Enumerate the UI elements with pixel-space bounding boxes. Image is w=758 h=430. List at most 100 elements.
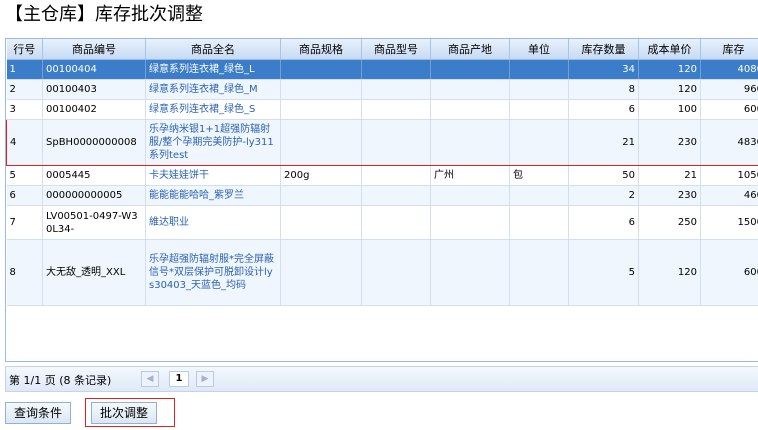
- table-row[interactable]: 3 00100402 绿意系列连衣裙_绿色_S 6 100 600: [6, 99, 758, 120]
- cell-model: [361, 59, 431, 80]
- cell-row-no: 3: [6, 99, 43, 120]
- cell-code: 00100403: [42, 79, 146, 100]
- table-row[interactable]: 7 LV00501-0497-W30L34- 維达职业 6 250 1500: [6, 205, 758, 240]
- cell-stock: 4080: [700, 59, 758, 80]
- cell-code: SpBH0000000008: [42, 119, 146, 166]
- cell-unit: [509, 119, 569, 166]
- pagination-bar: 第 1/1 页 (8 条记录) ◀ 1 ▶: [5, 366, 758, 392]
- cell-row-no: 5: [6, 165, 43, 186]
- column-header-qty[interactable]: 库存数量: [568, 39, 639, 60]
- current-page: 1: [169, 371, 189, 387]
- batch-adjust-button[interactable]: 批次调整: [91, 402, 158, 424]
- cell-qty: 6: [568, 99, 639, 120]
- cell-stock: 1500: [700, 205, 758, 240]
- cell-code: 00100402: [42, 99, 146, 120]
- cell-unit: [509, 79, 569, 100]
- cell-cost: 230: [638, 185, 701, 206]
- cell-model: [361, 185, 431, 206]
- column-header-unit[interactable]: 单位: [509, 39, 569, 60]
- cell-row-no: 2: [6, 79, 43, 100]
- cell-spec: [280, 205, 362, 240]
- cell-origin: [430, 239, 510, 306]
- column-header-name[interactable]: 商品全名: [145, 39, 281, 60]
- cell-qty: 8: [568, 79, 639, 100]
- cell-qty: 5: [568, 239, 639, 306]
- prev-page-icon[interactable]: ◀: [141, 371, 159, 387]
- cell-origin: [430, 79, 510, 100]
- cell-cost: 120: [638, 79, 701, 100]
- cell-cost: 120: [638, 59, 701, 80]
- cell-spec: [280, 79, 362, 100]
- cell-spec: [280, 59, 362, 80]
- cell-spec: 200g: [280, 165, 362, 186]
- cell-origin: [430, 99, 510, 120]
- cell-code: 大无敌_透明_XXL: [42, 239, 146, 306]
- cell-row-no: 1: [6, 59, 43, 80]
- cell-spec: [280, 239, 362, 306]
- cell-qty: 21: [568, 119, 639, 166]
- cell-code: 000000000005: [42, 185, 146, 206]
- cell-cost: 21: [638, 165, 701, 186]
- cell-unit: [509, 99, 569, 120]
- stock-grid: 行号 商品编号 商品全名 商品规格 商品型号 商品产地 单位 库存数量 成本单价…: [5, 38, 758, 362]
- cell-stock: 460: [700, 185, 758, 206]
- cell-code: 0005445: [42, 165, 146, 186]
- cell-name: 绿意系列连衣裙_绿色_L: [145, 59, 281, 80]
- cell-model: [361, 99, 431, 120]
- cell-stock: 600: [700, 99, 758, 120]
- cell-unit: [509, 59, 569, 80]
- cell-origin: [430, 205, 510, 240]
- page-title: 【主仓库】库存批次调整: [5, 4, 203, 25]
- cell-cost: 120: [638, 239, 701, 306]
- column-header-row-no[interactable]: 行号: [6, 39, 43, 60]
- cell-cost: 250: [638, 205, 701, 240]
- pagination-info: 第 1/1 页 (8 条记录): [9, 374, 112, 387]
- cell-cost: 100: [638, 99, 701, 120]
- cell-row-no: 8: [6, 239, 43, 306]
- cell-name: 绿意系列连衣裙_绿色_S: [145, 99, 281, 120]
- next-page-icon[interactable]: ▶: [196, 371, 214, 387]
- cell-stock: 1050: [700, 165, 758, 186]
- table-row[interactable]: 8 大无敌_透明_XXL 乐孕超强防辐射服*完全屏蔽信号*双层保护可脱卸设计ly…: [6, 239, 758, 306]
- cell-code: 00100404: [42, 59, 146, 80]
- cell-origin: [430, 59, 510, 80]
- table-row[interactable]: 6 000000000005 能能能能哈哈_紫罗兰 2 230 460: [6, 185, 758, 206]
- cell-unit: [509, 185, 569, 206]
- column-header-stock[interactable]: 库存: [700, 39, 758, 60]
- column-header-code[interactable]: 商品编号: [42, 39, 146, 60]
- cell-name: 卡夫娃娃饼干: [145, 165, 281, 186]
- cell-unit: [509, 239, 569, 306]
- column-header-model[interactable]: 商品型号: [361, 39, 431, 60]
- cell-name: 绿意系列连衣裙_绿色_M: [145, 79, 281, 100]
- cell-qty: 34: [568, 59, 639, 80]
- cell-unit: 包: [509, 165, 569, 186]
- cell-model: [361, 239, 431, 306]
- cell-stock: 4830: [700, 119, 758, 166]
- table-row[interactable]: 5 0005445 卡夫娃娃饼干 200g 广州 包 50 21 1050: [6, 165, 758, 186]
- cell-spec: [280, 119, 362, 166]
- cell-name: 維达职业: [145, 205, 281, 240]
- cell-model: [361, 165, 431, 186]
- column-header-origin[interactable]: 商品产地: [430, 39, 510, 60]
- column-header-cost[interactable]: 成本单价: [638, 39, 701, 60]
- column-header-spec[interactable]: 商品规格: [280, 39, 362, 60]
- table-row[interactable]: 1 00100404 绿意系列连衣裙_绿色_L 34 120 4080: [6, 59, 758, 80]
- cell-origin: [430, 119, 510, 166]
- cell-name: 乐孕超强防辐射服*完全屏蔽信号*双层保护可脱卸设计lys30403_天蓝色_均码: [145, 239, 281, 306]
- header-row: 行号 商品编号 商品全名 商品规格 商品型号 商品产地 单位 库存数量 成本单价…: [6, 39, 758, 60]
- cell-model: [361, 119, 431, 166]
- cell-name: 能能能能哈哈_紫罗兰: [145, 185, 281, 206]
- query-conditions-button[interactable]: 查询条件: [5, 402, 72, 424]
- cell-spec: [280, 99, 362, 120]
- cell-cost: 230: [638, 119, 701, 166]
- table-row[interactable]: 4 SpBH0000000008 乐孕纳米银1+1超强防辐射服/整个孕期完美防护…: [6, 119, 758, 166]
- table-row[interactable]: 2 00100403 绿意系列连衣裙_绿色_M 8 120 960: [6, 79, 758, 100]
- cell-model: [361, 79, 431, 100]
- cell-origin: 广州: [430, 165, 510, 186]
- cell-origin: [430, 185, 510, 206]
- cell-unit: [509, 205, 569, 240]
- cell-qty: 50: [568, 165, 639, 186]
- cell-qty: 2: [568, 185, 639, 206]
- cell-spec: [280, 185, 362, 206]
- cell-qty: 6: [568, 205, 639, 240]
